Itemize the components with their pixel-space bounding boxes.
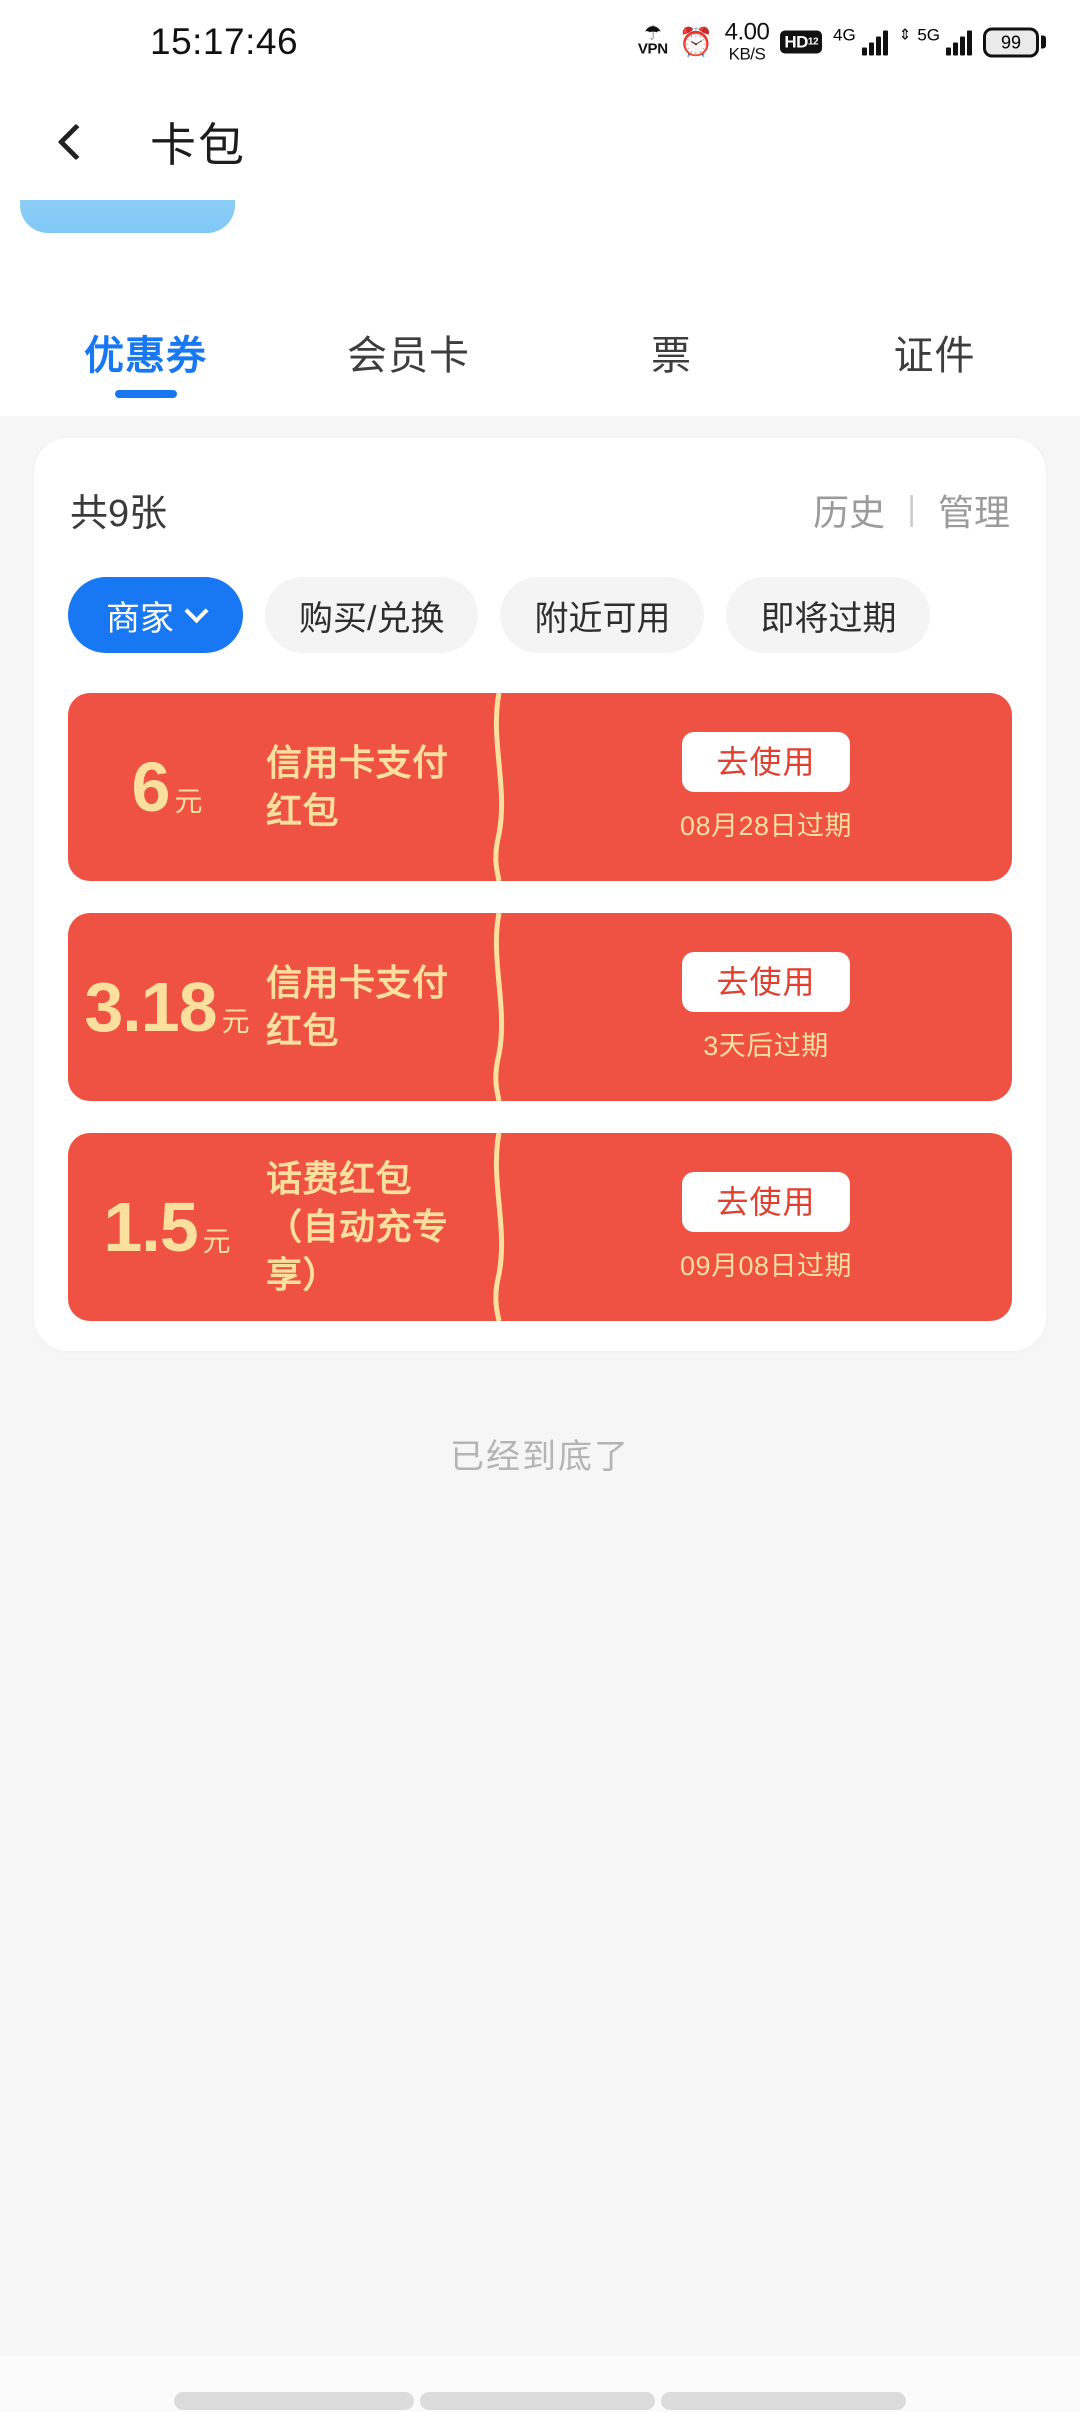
use-coupon-button[interactable]: 去使用 [682,1171,850,1232]
tab-active-underline [114,390,177,398]
network-speed-unit: KB/S [728,44,766,64]
coupon-title: 信用卡支付红包 [266,962,449,1051]
tab-tickets[interactable]: 票 [540,288,803,416]
coupon-card[interactable]: 6 元 信用卡支付红包 去使用 08月28日过期 [68,693,1012,881]
use-coupon-button[interactable]: 去使用 [682,731,850,792]
chevron-down-icon [184,598,209,623]
coupon-action-area: 去使用 09月08日过期 [492,1133,1012,1321]
status-bar-clock: 15:17:46 [150,21,299,62]
coupon-expiry-label: 08月28日过期 [679,810,853,841]
hd-voice-icon: HD 1 2 [780,30,823,54]
nav-back-pill[interactable] [174,2392,414,2410]
panel-header: 共9张 历史 | 管理 [34,438,1046,537]
panel-actions: 历史 | 管理 [813,484,1010,536]
system-navigation-bar [0,2356,1080,2412]
coupon-panel: 共9张 历史 | 管理 商家 购买/兑换 附近可用 即将过期 6 元 信用卡支付… [34,438,1046,1351]
coupon-card[interactable]: 1.5 元 话费红包（自动充专享） 去使用 09月08日过期 [68,1133,1012,1321]
coupon-amount: 1.5 元 [68,1192,266,1262]
tab-documents[interactable]: 证件 [803,288,1066,416]
vpn-label: VPN [637,40,668,58]
coupon-amount: 6 元 [68,752,266,822]
back-button[interactable] [44,110,108,174]
vpn-icon: ☂ VPN [637,22,668,58]
chevron-left-icon [57,123,95,161]
coupon-amount-unit: 元 [202,1226,231,1257]
coupon-amount: 3.18 元 [68,972,266,1042]
action-separator: | [907,490,916,528]
promo-banner-stub[interactable] [20,200,235,233]
status-bar-icons: ☂ VPN ⏰ 4.00 KB/S HD 1 2 4G ⇕ 5G 99 [637,18,1046,64]
filter-chip-purchase-exchange[interactable]: 购买/兑换 [265,577,479,653]
tab-documents-label: 证件 [893,334,976,378]
filter-chip-merchant[interactable]: 商家 [68,577,243,653]
coupon-info: 3.18 元 信用卡支付红包 [68,913,492,1101]
tab-coupons-label: 优惠券 [84,334,207,378]
use-coupon-button[interactable]: 去使用 [682,951,850,1012]
data-transfer-icon: ⇕ [898,26,912,43]
coupon-amount-unit: 元 [221,1006,250,1037]
content-scroll-area[interactable]: 共9张 历史 | 管理 商家 购买/兑换 附近可用 即将过期 6 元 信用卡支付… [0,416,1080,1478]
vpn-glyph: ☂ [643,22,662,45]
list-end-label: 已经到底了 [450,1438,630,1476]
filter-chip-purchase-exchange-label: 购买/兑换 [299,599,445,638]
battery-percent-label: 99 [1000,32,1022,52]
battery-icon: 99 [983,27,1046,57]
tab-membership-cards[interactable]: 会员卡 [277,288,540,416]
network-speed-indicator: 4.00 KB/S [724,18,770,64]
coupon-amount-value: 3.18 [84,968,217,1046]
signal-icon-sim2: ⇕ 5G [898,25,972,55]
coupon-amount-value: 1.5 [103,1188,198,1266]
banner-region [0,200,1080,288]
alarm-icon: ⏰ [678,26,714,57]
coupon-amount-unit: 元 [174,786,203,817]
coupon-count-label: 共9张 [70,493,168,535]
coupon-expiry-label: 3天后过期 [703,1030,829,1061]
coupon-title: 话费红包（自动充专享） [266,1158,449,1295]
coupon-card[interactable]: 3.18 元 信用卡支付红包 去使用 3天后过期 [68,913,1012,1101]
nav-home-pill[interactable] [420,2392,655,2410]
manage-button[interactable]: 管理 [938,484,1010,536]
page-title: 卡包 [150,119,246,171]
nav-recents-pill[interactable] [661,2392,906,2410]
coupon-expiry-label: 09月08日过期 [679,1250,853,1281]
signal-icon-sim1: 4G [833,25,888,55]
signal-bars-sim1 [861,29,888,55]
signal-bars-sim2 [946,29,972,55]
filter-chip-nearby-label: 附近可用 [534,599,671,638]
tab-bar: 优惠券 会员卡 票 证件 [0,288,1080,416]
coupon-action-area: 去使用 08月28日过期 [492,693,1012,881]
signal-label-sim1: 4G [833,25,856,44]
filter-chip-nearby[interactable]: 附近可用 [500,577,705,653]
coupon-action-area: 去使用 3天后过期 [492,913,1012,1101]
app-bar: 卡包 [0,84,1080,200]
tab-tickets-label: 票 [651,334,692,378]
tab-membership-cards-label: 会员卡 [347,334,470,378]
coupon-list: 6 元 信用卡支付红包 去使用 08月28日过期 3.18 元 信用卡支付红包 … [34,653,1046,1321]
filter-chip-merchant-label: 商家 [106,599,174,638]
status-bar: 15:17:46 ☂ VPN ⏰ 4.00 KB/S HD 1 2 4G ⇕ 5G … [0,0,1080,84]
network-speed-value: 4.00 [724,18,770,46]
coupon-info: 6 元 信用卡支付红包 [68,693,492,881]
filter-chip-row: 商家 购买/兑换 附近可用 即将过期 [34,537,1046,653]
coupon-amount-value: 6 [131,748,171,826]
history-button[interactable]: 历史 [813,484,885,536]
filter-chip-expiring-soon-label: 即将过期 [760,599,897,638]
tab-coupons[interactable]: 优惠券 [14,288,277,416]
filter-chip-expiring-soon[interactable]: 即将过期 [726,577,931,653]
signal-label-sim2: 5G [917,25,940,44]
coupon-title: 信用卡支付红包 [266,742,449,831]
coupon-info: 1.5 元 话费红包（自动充专享） [68,1133,492,1321]
